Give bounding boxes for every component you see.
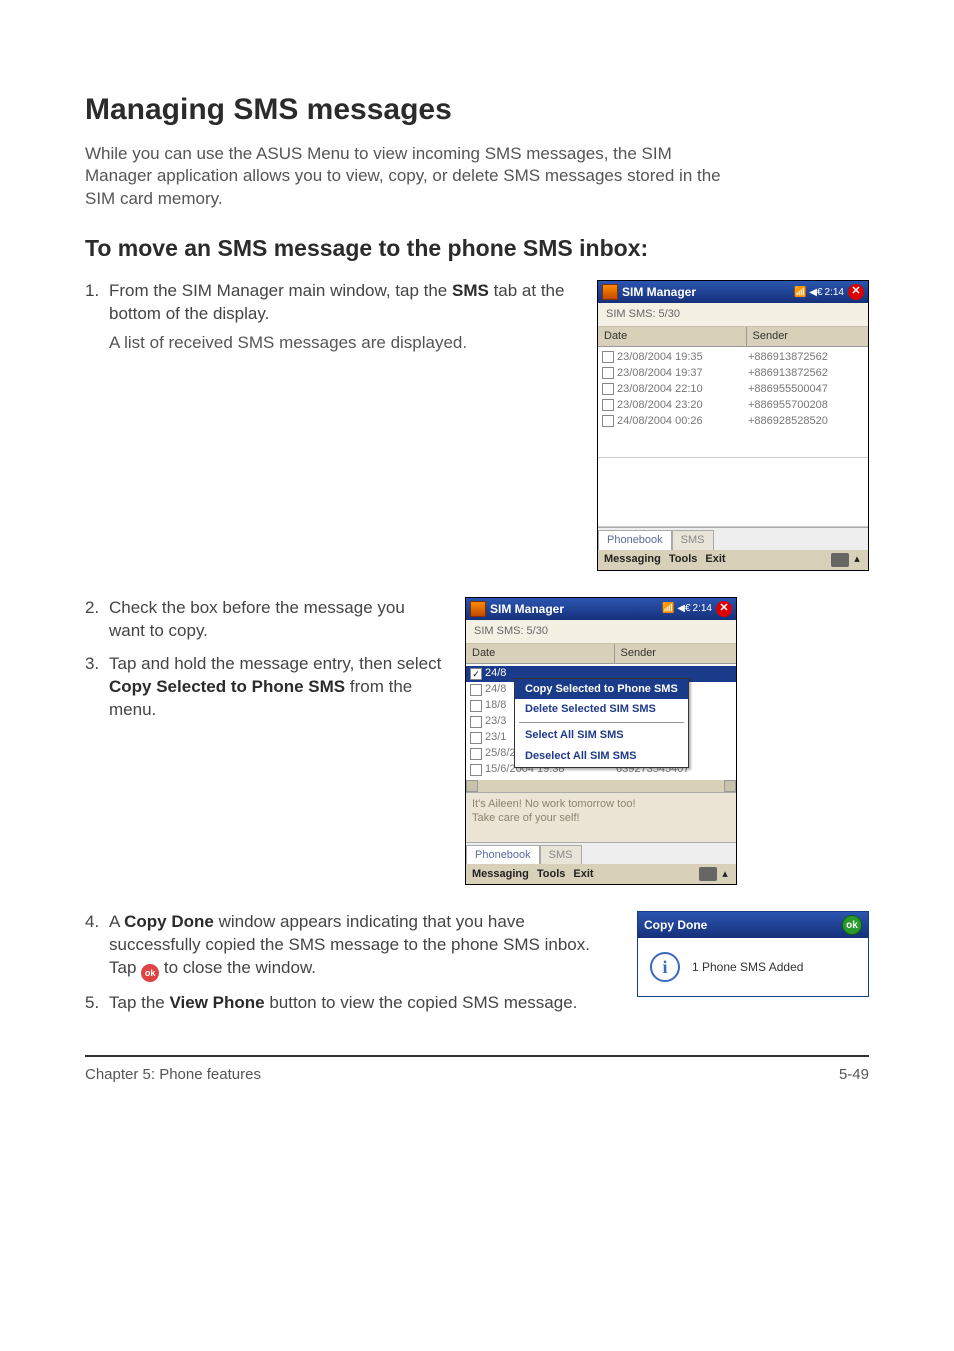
page-heading: Managing SMS messages: [85, 90, 869, 131]
arrow-up-icon[interactable]: ▴: [852, 555, 862, 565]
step-text: From the SIM Manager main window, tap th…: [109, 281, 452, 300]
checkbox-icon[interactable]: [470, 748, 482, 760]
intro-paragraph: While you can use the ASUS Menu to view …: [85, 143, 725, 212]
ok-button[interactable]: ok: [842, 915, 862, 935]
checkbox-icon[interactable]: [470, 732, 482, 744]
tab-phonebook[interactable]: Phonebook: [466, 845, 540, 865]
sms-row[interactable]: 23/08/2004 19:37+886913872562: [598, 365, 868, 381]
column-header-date[interactable]: Date: [598, 327, 747, 346]
checkbox-icon[interactable]: [602, 383, 614, 395]
step-number: 2.: [85, 597, 109, 643]
ctx-deselect-all[interactable]: Deselect All SIM SMS: [515, 746, 688, 767]
tab-phonebook[interactable]: Phonebook: [598, 530, 672, 550]
menu-exit[interactable]: Exit: [573, 867, 593, 882]
sms-row[interactable]: 23/08/2004 22:10+886955500047: [598, 381, 868, 397]
step-bold: Copy Selected to Phone SMS: [109, 677, 345, 696]
context-menu: Copy Selected to Phone SMS Delete Select…: [514, 678, 689, 768]
ctx-delete-selected[interactable]: Delete Selected SIM SMS: [515, 699, 688, 720]
step-text: Tap the: [109, 993, 170, 1012]
column-header-sender[interactable]: Sender: [615, 644, 737, 663]
close-icon[interactable]: ✕: [716, 601, 732, 617]
sms-preview-pane: It's Aileen! No work tomorrow too! Take …: [466, 792, 736, 842]
dialog-body: 1 Phone SMS Added: [692, 959, 803, 975]
checkbox-icon[interactable]: [602, 399, 614, 411]
checkbox-checked-icon[interactable]: ✓: [470, 668, 482, 680]
menu-tools[interactable]: Tools: [669, 552, 698, 567]
step-bold: Copy Done: [124, 912, 214, 931]
step-number: 1.: [85, 280, 109, 355]
section-title: To move an SMS message to the phone SMS …: [85, 233, 869, 264]
checkbox-icon[interactable]: [602, 367, 614, 379]
menu-tools[interactable]: Tools: [537, 867, 566, 882]
checkbox-icon[interactable]: [602, 351, 614, 363]
column-header-date[interactable]: Date: [466, 644, 615, 663]
ctx-copy-selected[interactable]: Copy Selected to Phone SMS: [515, 679, 688, 700]
tab-sms[interactable]: SMS: [540, 845, 582, 865]
menu-messaging[interactable]: Messaging: [472, 867, 529, 882]
scroll-right-icon[interactable]: [724, 780, 736, 792]
sms-count: SIM SMS: 5/30: [598, 303, 868, 327]
sms-count: SIM SMS: 5/30: [466, 620, 736, 644]
step-text: to close the window.: [159, 958, 316, 977]
step-text: button to view the copied SMS message.: [265, 993, 578, 1012]
step-number: 3.: [85, 653, 109, 722]
checkbox-icon[interactable]: [470, 764, 482, 776]
horizontal-scrollbar[interactable]: [466, 780, 736, 792]
checkbox-icon[interactable]: [470, 684, 482, 696]
footer-chapter: Chapter 5: Phone features: [85, 1065, 261, 1085]
tab-sms[interactable]: SMS: [672, 530, 714, 550]
sms-row[interactable]: 23/08/2004 23:20+886955700208: [598, 397, 868, 413]
step-bold: View Phone: [170, 993, 265, 1012]
copy-done-dialog: Copy Done ok i 1 Phone SMS Added: [637, 911, 869, 997]
start-icon[interactable]: [470, 601, 486, 617]
step-text: A: [109, 912, 124, 931]
close-icon[interactable]: ✕: [848, 284, 864, 300]
column-header-sender[interactable]: Sender: [747, 327, 869, 346]
menu-exit[interactable]: Exit: [705, 552, 725, 567]
status-icons: 📶 ◀€ 2:14: [662, 602, 712, 616]
step-number: 4.: [85, 911, 109, 982]
window-title: SIM Manager: [490, 601, 662, 617]
sms-row[interactable]: 24/08/2004 00:26+886928528520: [598, 413, 868, 429]
step-text: Check the box before the message you wan…: [109, 597, 445, 643]
status-icons: 📶 ◀€ 2:14: [794, 286, 844, 300]
menu-messaging[interactable]: Messaging: [604, 552, 661, 567]
checkbox-icon[interactable]: [470, 700, 482, 712]
step-subtext: A list of received SMS messages are disp…: [109, 332, 577, 355]
step-text: Tap and hold the message entry, then sel…: [109, 654, 441, 673]
step-number: 5.: [85, 992, 109, 1015]
window-title: SIM Manager: [622, 284, 794, 300]
info-icon: i: [650, 952, 680, 982]
scroll-left-icon[interactable]: [466, 780, 478, 792]
screenshot-sim-manager-list: SIM Manager 📶 ◀€ 2:14 ✕ SIM SMS: 5/30 Da…: [597, 280, 869, 571]
keyboard-icon[interactable]: [699, 867, 717, 881]
keyboard-icon[interactable]: [831, 553, 849, 567]
ok-inline-icon: ok: [141, 964, 159, 982]
ctx-select-all[interactable]: Select All SIM SMS: [515, 725, 688, 746]
checkbox-icon[interactable]: [602, 415, 614, 427]
footer-page-number: 5-49: [839, 1065, 869, 1085]
dialog-title: Copy Done: [644, 917, 707, 933]
start-icon[interactable]: [602, 284, 618, 300]
sms-row[interactable]: 23/08/2004 19:35+886913872562: [598, 349, 868, 365]
screenshot-context-menu: SIM Manager 📶 ◀€ 2:14 ✕ SIM SMS: 5/30 Da…: [465, 597, 737, 886]
checkbox-icon[interactable]: [470, 716, 482, 728]
step-bold: SMS: [452, 281, 489, 300]
footer-divider: [85, 1055, 869, 1057]
arrow-up-icon[interactable]: ▴: [720, 869, 730, 879]
